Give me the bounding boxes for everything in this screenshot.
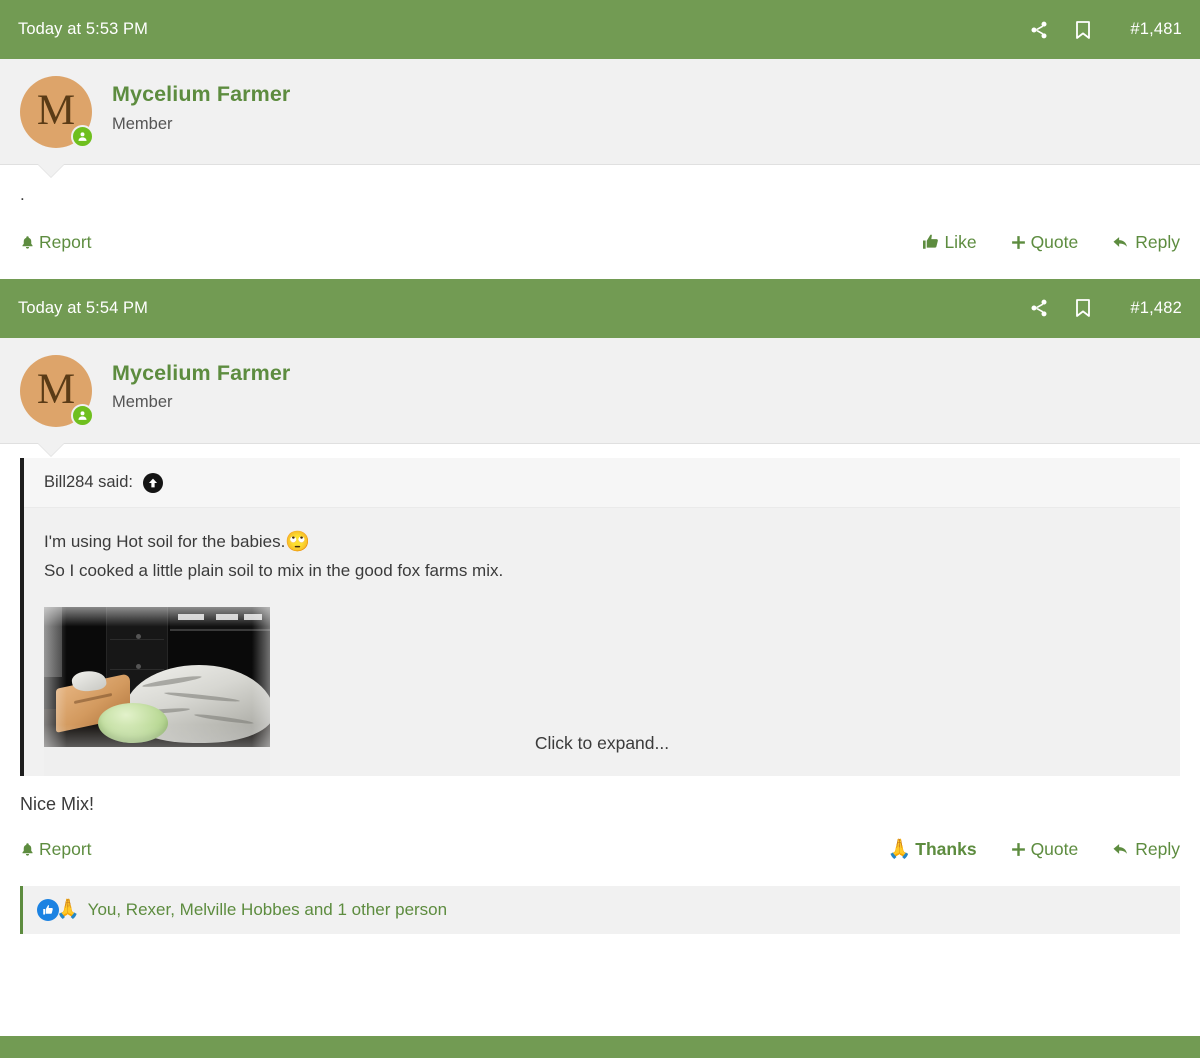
avatar[interactable]: M	[20, 354, 94, 427]
quote-author-label: Bill284 said:	[44, 473, 133, 492]
author-name[interactable]: Mycelium Farmer	[112, 361, 290, 387]
post-actions: Report 🙏 Thanks Quote Reply	[0, 814, 1200, 886]
plus-icon	[1010, 234, 1027, 251]
reaction-icons: 🙏	[37, 898, 80, 921]
bookmark-icon[interactable]	[1072, 19, 1094, 41]
quote-container: Bill284 said: I'm using Hot soil for the…	[0, 443, 1200, 776]
quote-button[interactable]: Quote	[1010, 231, 1079, 253]
post-actions-right: Like Quote Reply	[921, 232, 1180, 253]
rolling-eyes-emoji: 🙄	[285, 531, 311, 554]
avatar[interactable]: M	[20, 76, 94, 148]
post-spacer	[0, 933, 1200, 952]
report-label: Report	[39, 838, 92, 859]
report-button[interactable]: Report	[20, 232, 92, 253]
arrow-up-circle-icon[interactable]	[142, 472, 163, 493]
online-status-icon	[71, 403, 94, 427]
reply-button[interactable]: Reply	[1111, 232, 1180, 253]
blockquote: Bill284 said: I'm using Hot soil for the…	[20, 457, 1180, 776]
quote-attribution: Bill284 said:	[24, 457, 1180, 508]
reply-arrow-icon	[1111, 840, 1131, 858]
post-header: Today at 5:54 PM #1,482	[0, 278, 1200, 338]
thanks-label: Thanks	[915, 838, 977, 859]
quote-label: Quote	[1030, 231, 1079, 252]
online-status-icon	[71, 125, 94, 148]
report-label: Report	[39, 231, 92, 252]
attachment-photo	[44, 607, 270, 748]
share-icon[interactable]	[1028, 297, 1050, 319]
post-actions: Report Like Quote Reply	[0, 207, 1200, 279]
post-header: Today at 5:53 PM #1,481	[0, 0, 1200, 59]
like-button[interactable]: Like	[921, 231, 977, 253]
bell-icon	[20, 841, 35, 858]
thumbs-up-icon	[921, 233, 940, 251]
author-name[interactable]: Mycelium Farmer	[112, 82, 290, 108]
photo-fade-overlay	[44, 607, 270, 748]
quote-body[interactable]: I'm using Hot soil for the babies. 🙄 So …	[24, 507, 1180, 776]
quote-label: Quote	[1030, 838, 1079, 859]
post-actions-right: 🙏 Thanks Quote Reply	[888, 839, 1180, 860]
post-number[interactable]: #1,482	[1130, 299, 1182, 318]
bell-icon	[20, 234, 35, 251]
quote-line-2: So I cooked a little plain soil to mix i…	[44, 557, 1160, 586]
author-title: Member	[112, 393, 173, 412]
post-date: Today at 5:53 PM	[18, 20, 149, 38]
thumbs-up-reaction-icon	[37, 898, 59, 921]
post-content: .	[0, 165, 1200, 208]
post-header-actions: #1,481	[1028, 19, 1182, 41]
quote-line-1-text: I'm using Hot soil for the babies.	[44, 531, 286, 551]
praying-hands-emoji: 🙏	[887, 838, 912, 860]
post-actions-left: Report	[20, 232, 92, 253]
speech-pointer	[37, 441, 65, 456]
footer-bar	[0, 1036, 1200, 1058]
like-label: Like	[944, 231, 977, 252]
bookmark-icon[interactable]	[1072, 297, 1094, 319]
post-1481: Today at 5:53 PM #1,481 M Mycelium Farme…	[0, 0, 1200, 279]
speech-pointer	[37, 163, 65, 177]
post-author-bar: M Mycelium Farmer Member	[0, 337, 1200, 456]
post-header-actions: #1,482	[1028, 297, 1182, 319]
reply-arrow-icon	[1111, 233, 1131, 251]
author-title: Member	[112, 114, 173, 133]
share-icon[interactable]	[1028, 19, 1050, 41]
thanks-button[interactable]: 🙏 Thanks	[888, 839, 977, 860]
reactions-bar[interactable]: 🙏 You, Rexer, Melville Hobbes and 1 othe…	[20, 885, 1180, 934]
quote-line-1: I'm using Hot soil for the babies. 🙄	[44, 528, 1160, 557]
author-meta: Mycelium Farmer Member	[112, 76, 290, 134]
plus-icon	[1010, 841, 1027, 858]
post-author-bar: M Mycelium Farmer Member	[0, 59, 1200, 177]
click-to-expand-button[interactable]: Click to expand...	[24, 733, 1180, 754]
reactions-text: You, Rexer, Melville Hobbes and 1 other …	[87, 899, 448, 919]
reply-label: Reply	[1135, 231, 1180, 252]
post-text: Nice Mix!	[0, 775, 1200, 815]
post-text: .	[20, 185, 25, 204]
thread-page: Today at 5:53 PM #1,481 M Mycelium Farme…	[0, 0, 1200, 1058]
post-date: Today at 5:54 PM	[18, 298, 149, 317]
quote-button[interactable]: Quote	[1010, 838, 1079, 860]
reply-button[interactable]: Reply	[1111, 839, 1180, 860]
reactions-container: 🙏 You, Rexer, Melville Hobbes and 1 othe…	[0, 885, 1200, 934]
post-1482: Today at 5:54 PM #1,482 M Mycelium Farme…	[0, 278, 1200, 952]
report-button[interactable]: Report	[20, 839, 92, 860]
post-actions-left: Report	[20, 839, 92, 860]
reply-label: Reply	[1135, 838, 1180, 859]
praying-hands-reaction-emoji: 🙏	[56, 899, 80, 921]
post-number[interactable]: #1,481	[1130, 20, 1182, 39]
quote-line-2-text: So I cooked a little plain soil to mix i…	[44, 560, 504, 580]
author-meta: Mycelium Farmer Member	[112, 355, 290, 413]
